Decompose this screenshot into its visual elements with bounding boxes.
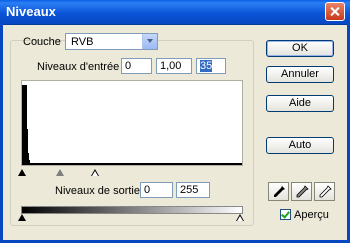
input-white-value: 35	[200, 60, 213, 72]
output-black-field[interactable]: 0	[140, 182, 173, 198]
histogram	[21, 80, 243, 166]
cancel-button[interactable]: Annuler	[266, 66, 334, 83]
input-black-field[interactable]: 0	[121, 58, 152, 74]
input-gamma-field[interactable]: 1,00	[156, 58, 192, 74]
input-white-slider-fill	[92, 171, 98, 176]
output-black-slider[interactable]	[18, 214, 26, 221]
preview-label: Aperçu	[294, 209, 329, 221]
chevron-down-icon[interactable]	[142, 34, 157, 49]
output-levels-label: Niveaux de sortie :	[55, 185, 147, 197]
input-white-field[interactable]: 35	[196, 58, 226, 74]
input-black-slider[interactable]	[18, 169, 26, 176]
channel-value: RVB	[71, 36, 94, 48]
channel-label: Couche :	[23, 36, 68, 48]
window-title: Niveaux	[6, 4, 56, 19]
auto-button[interactable]: Auto	[266, 137, 334, 154]
white-eyedropper-icon[interactable]	[314, 182, 335, 201]
output-white-slider-fill	[237, 216, 243, 221]
close-icon[interactable]	[325, 2, 345, 21]
gray-eyedropper-icon[interactable]	[291, 182, 312, 201]
black-eyedropper-icon[interactable]	[268, 182, 289, 201]
help-button[interactable]: Aide	[266, 95, 334, 112]
histogram-baseline	[22, 163, 242, 165]
title-bar: Niveaux	[0, 0, 350, 25]
output-white-field[interactable]: 255	[176, 182, 210, 198]
preview-checkbox[interactable]	[280, 209, 291, 220]
input-levels-label: Niveaux d'entrée :	[37, 61, 126, 73]
output-gradient-bar	[21, 206, 243, 214]
input-gamma-slider[interactable]	[56, 169, 64, 176]
channel-select[interactable]: RVB	[65, 33, 158, 50]
ok-button[interactable]: OK	[266, 40, 334, 57]
